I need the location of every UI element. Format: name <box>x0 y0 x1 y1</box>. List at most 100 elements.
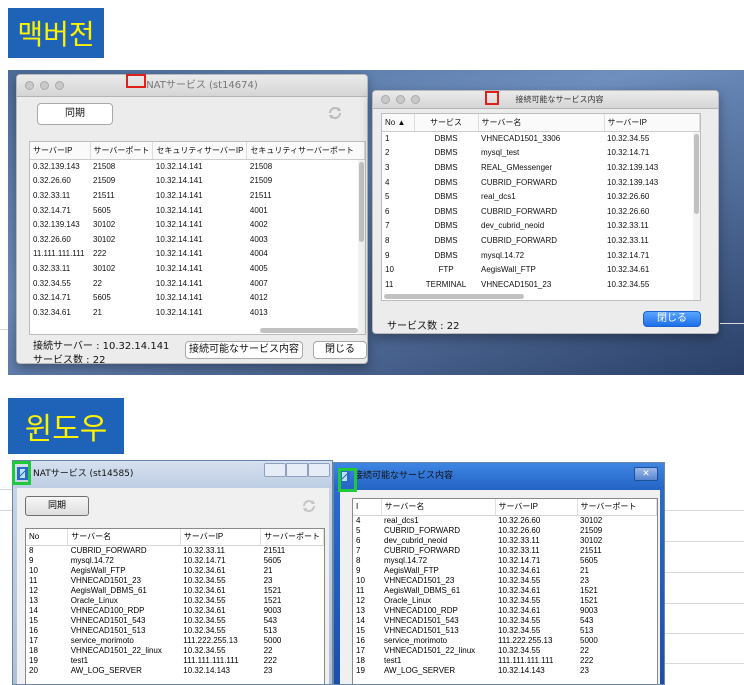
column-header[interactable]: サーバーIP <box>180 529 262 546</box>
refresh-icon[interactable] <box>301 498 317 514</box>
table-row[interactable]: 12 Oracle_Linux 10.32.34.55 1521 <box>353 596 657 606</box>
table-row[interactable]: 4 DBMS CUBRID_FORWARD 10.32.139.143 <box>382 175 700 190</box>
column-header[interactable]: I <box>353 499 382 516</box>
column-header[interactable]: No <box>26 529 69 546</box>
column-header[interactable]: セキュリティサーバーポート <box>246 142 365 160</box>
table-row[interactable]: 8 DBMS CUBRID_FORWARD 10.32.33.11 <box>382 233 700 248</box>
maximize-button[interactable] <box>286 463 308 477</box>
table-row[interactable]: 1 DBMS VHNECAD1501_3306 10.32.34.55 <box>382 131 700 146</box>
column-header[interactable]: サービス <box>414 114 479 132</box>
table-row[interactable]: 11 AegisWall_DBMS_61 10.32.34.61 1521 <box>353 586 657 596</box>
table-row[interactable]: 0.32.139.143 30102 10.32.14.141 4002 <box>30 217 365 232</box>
table-row[interactable]: 17 service_morimoto 111.222.255.13 5000 <box>26 636 324 646</box>
table-row[interactable]: 16 service_morimoto 111.222.255.13 5000 <box>353 636 657 646</box>
close-button[interactable]: 閉じる <box>313 341 367 359</box>
table-row[interactable]: 19 AW_LOG_SERVER 10.32.14.143 23 <box>353 666 657 676</box>
table-row[interactable]: 6 DBMS CUBRID_FORWARD 10.32.26.60 <box>382 204 700 219</box>
column-header[interactable]: サーバーポート <box>90 142 154 160</box>
column-header[interactable]: サーバーIP <box>495 499 578 516</box>
table-row[interactable]: 4 real_dcs1 10.32.26.60 30102 <box>353 515 657 526</box>
table-row[interactable]: 19 test1 111.111.111.111 222 <box>26 656 324 666</box>
table-row[interactable]: 6 dev_cubrid_neoid 10.32.33.11 30102 <box>353 536 657 546</box>
table-row[interactable]: 16 VHNECAD1501_513 10.32.34.55 513 <box>26 626 324 636</box>
table-row[interactable]: 9 AegisWall_FTP 10.32.34.61 21 <box>353 566 657 576</box>
sync-button[interactable]: 同期 <box>37 103 113 125</box>
column-header[interactable]: No ▲ <box>382 114 415 132</box>
table-cell: 21511 <box>249 190 272 200</box>
column-header[interactable]: サーバーポート <box>577 499 657 516</box>
zoom-dot-icon[interactable] <box>411 95 420 104</box>
available-services-table[interactable]: No ▲ サービス サーバー名 サーバーIP 1 DBMS VHNECAD1501_… <box>381 113 701 301</box>
mac-available-titlebar[interactable]: 接続可能なサービス内容 <box>373 91 718 109</box>
table-row[interactable]: 3 DBMS REAL_GMessenger 10.32.139.143 <box>382 160 700 175</box>
available-services-table[interactable]: I サーバー名 サーバーIP サーバーポート 4 real_dcs1 10.32.2… <box>352 498 658 684</box>
table-row[interactable]: 11 VHNECAD1501_23 10.32.34.55 23 <box>26 576 324 586</box>
table-row[interactable]: 0.32.14.71 5605 10.32.14.141 4012 <box>30 290 365 305</box>
table-row[interactable]: 5 CUBRID_FORWARD 10.32.26.60 21509 <box>353 526 657 536</box>
table-row[interactable]: 14 VHNECAD100_RDP 10.32.34.61 9003 <box>26 606 324 616</box>
close-dot-icon[interactable] <box>381 95 390 104</box>
table-row[interactable]: 20 AW_LOG_SERVER 10.32.14.143 23 <box>26 666 324 676</box>
minimize-dot-icon[interactable] <box>40 81 49 90</box>
column-header[interactable]: セキュリティサーバーIP <box>152 142 248 160</box>
zoom-dot-icon[interactable] <box>55 81 64 90</box>
close-button[interactable]: 閉じる <box>643 311 701 327</box>
table-row[interactable]: 18 test1 111.111.111.111 222 <box>353 656 657 666</box>
table-row[interactable]: 8 mysql.14.72 10.32.14.71 5605 <box>353 556 657 566</box>
nat-service-table[interactable]: サーバーIP サーバーポート セキュリティサーバーIP セキュリティサーバーポー… <box>29 141 366 335</box>
table-cell: 21509 <box>93 176 116 186</box>
table-row[interactable]: 0.32.33.11 30102 10.32.14.141 4005 <box>30 261 365 276</box>
table-row[interactable]: 14 VHNECAD1501_543 10.32.34.55 543 <box>353 616 657 626</box>
table-row[interactable]: 0.32.26.60 21509 10.32.14.141 21509 <box>30 174 365 189</box>
table-row[interactable]: 15 VHNECAD1501_543 10.32.34.55 543 <box>26 616 324 626</box>
table-row[interactable]: 15 VHNECAD1501_513 10.32.34.55 513 <box>353 626 657 636</box>
win-nat-titlebar[interactable]: NATサービス (st14585) <box>13 461 332 488</box>
table-row[interactable]: 10 AegisWall_FTP 10.32.34.61 21 <box>26 566 324 576</box>
table-row[interactable]: 0.32.34.55 22 10.32.14.141 4007 <box>30 276 365 291</box>
close-window-button[interactable]: ✕ <box>634 467 658 481</box>
win-available-titlebar[interactable]: 接続可能なサービス内容 ✕ <box>334 463 664 490</box>
column-header[interactable]: サーバーIP <box>30 142 91 160</box>
sync-button[interactable]: 同期 <box>25 496 89 516</box>
table-row[interactable]: 17 VHNECAD1501_22_linux 10.32.34.55 22 <box>353 646 657 656</box>
nat-service-table[interactable]: No サーバー名 サーバーIP サーバーポート 8 CUBRID_FORWARD 1… <box>25 528 325 684</box>
refresh-icon[interactable] <box>327 105 343 121</box>
table-row[interactable]: 8 CUBRID_FORWARD 10.32.33.11 21511 <box>26 545 324 556</box>
table-row[interactable]: 13 Oracle_Linux 10.32.34.55 1521 <box>26 596 324 606</box>
table-cell: 11.111.111.111 <box>33 249 85 259</box>
horizontal-scrollbar[interactable] <box>382 293 692 299</box>
table-row[interactable]: 11.111.111.111 222 10.32.14.141 4004 <box>30 247 365 262</box>
divider <box>664 510 744 511</box>
vertical-scrollbar[interactable] <box>358 160 365 334</box>
table-row[interactable]: 0.32.33.11 21511 10.32.14.141 21511 <box>30 188 365 203</box>
table-row[interactable]: 12 AegisWall_DBMS_61 10.32.34.61 1521 <box>26 586 324 596</box>
table-row[interactable]: 9 mysql.14.72 10.32.14.71 5605 <box>26 556 324 566</box>
table-row[interactable]: 0.32.26.60 30102 10.32.14.141 4003 <box>30 232 365 247</box>
column-header[interactable]: サーバー名 <box>478 114 605 132</box>
table-row[interactable]: 11 TERMINAL VHNECAD1501_23 10.32.34.55 <box>382 277 700 292</box>
table-row[interactable]: 7 CUBRID_FORWARD 10.32.33.11 21511 <box>353 546 657 556</box>
minimize-dot-icon[interactable] <box>396 95 405 104</box>
table-row[interactable]: 10 VHNECAD1501_23 10.32.34.55 23 <box>353 576 657 586</box>
horizontal-scrollbar[interactable] <box>30 327 360 333</box>
table-row[interactable]: 0.32.14.71 5605 10.32.14.141 4001 <box>30 203 365 218</box>
column-header[interactable]: サーバーポート <box>260 529 324 546</box>
mac-nat-titlebar[interactable]: NATサービス (st14674) <box>17 75 367 97</box>
table-row[interactable]: 2 DBMS mysql_test 10.32.14.71 <box>382 146 700 161</box>
column-header[interactable]: サーバー名 <box>381 499 496 516</box>
close-dot-icon[interactable] <box>25 81 34 90</box>
table-row[interactable]: 9 DBMS mysql.14.72 10.32.14.71 <box>382 248 700 263</box>
table-row[interactable]: 7 DBMS dev_cubrid_neoid 10.32.33.11 <box>382 219 700 234</box>
table-row[interactable]: 10 FTP AegisWall_FTP 10.32.34.61 <box>382 262 700 277</box>
column-header[interactable]: サーバー名 <box>67 529 181 546</box>
table-row[interactable]: 5 DBMS real_dcs1 10.32.26.60 <box>382 189 700 204</box>
table-row[interactable]: 18 VHNECAD1501_22_linux 10.32.34.55 22 <box>26 646 324 656</box>
column-header[interactable]: サーバーIP <box>604 114 700 132</box>
available-services-button[interactable]: 接続可能なサービス内容 <box>185 341 303 359</box>
table-row[interactable]: 13 VHNECAD100_RDP 10.32.34.61 9003 <box>353 606 657 616</box>
close-window-button[interactable] <box>308 463 330 477</box>
table-row[interactable]: 0.32.139.143 21508 10.32.14.141 21508 <box>30 159 365 174</box>
vertical-scrollbar[interactable] <box>693 132 700 300</box>
minimize-button[interactable] <box>264 463 286 477</box>
table-row[interactable]: 0.32.34.61 21 10.32.14.141 4013 <box>30 305 365 320</box>
